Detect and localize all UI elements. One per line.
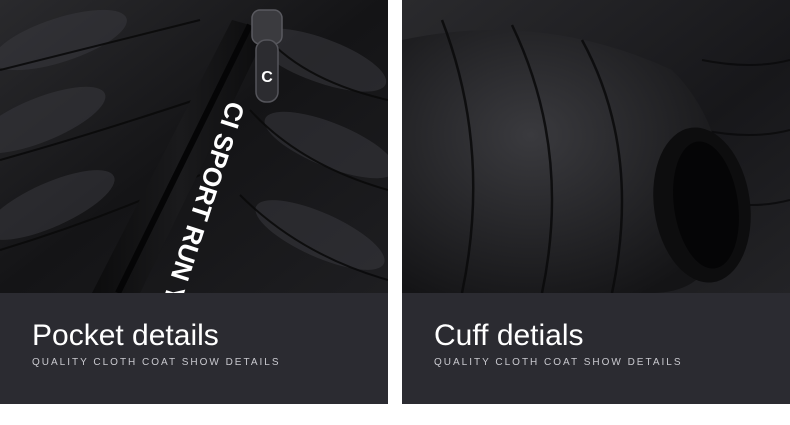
cuff-photo [402,0,790,293]
pocket-details-subtitle: QUALITY CLOTH COAT SHOW DETAILS [32,357,281,368]
jacket-cuff-illustration [402,0,790,293]
pocket-zipper-photo: C CI SPORT RUN YO [0,0,388,293]
pocket-details-panel: C CI SPORT RUN YO Pocket details QUALITY… [0,0,388,404]
cuff-details-title: Cuff detials [434,319,584,352]
pocket-caption: Pocket details QUALITY CLOTH COAT SHOW D… [0,293,388,404]
zipper-pull-letter: C [261,69,273,86]
pocket-details-title: Pocket details [32,319,219,352]
zipper-pull-icon: C [251,9,283,103]
cuff-caption: Cuff detials QUALITY CLOTH COAT SHOW DET… [402,293,790,404]
jacket-zipper-illustration: C CI SPORT RUN YO [0,0,388,293]
cuff-details-panel: Cuff detials QUALITY CLOTH COAT SHOW DET… [402,0,790,404]
cuff-details-subtitle: QUALITY CLOTH COAT SHOW DETAILS [434,357,683,368]
